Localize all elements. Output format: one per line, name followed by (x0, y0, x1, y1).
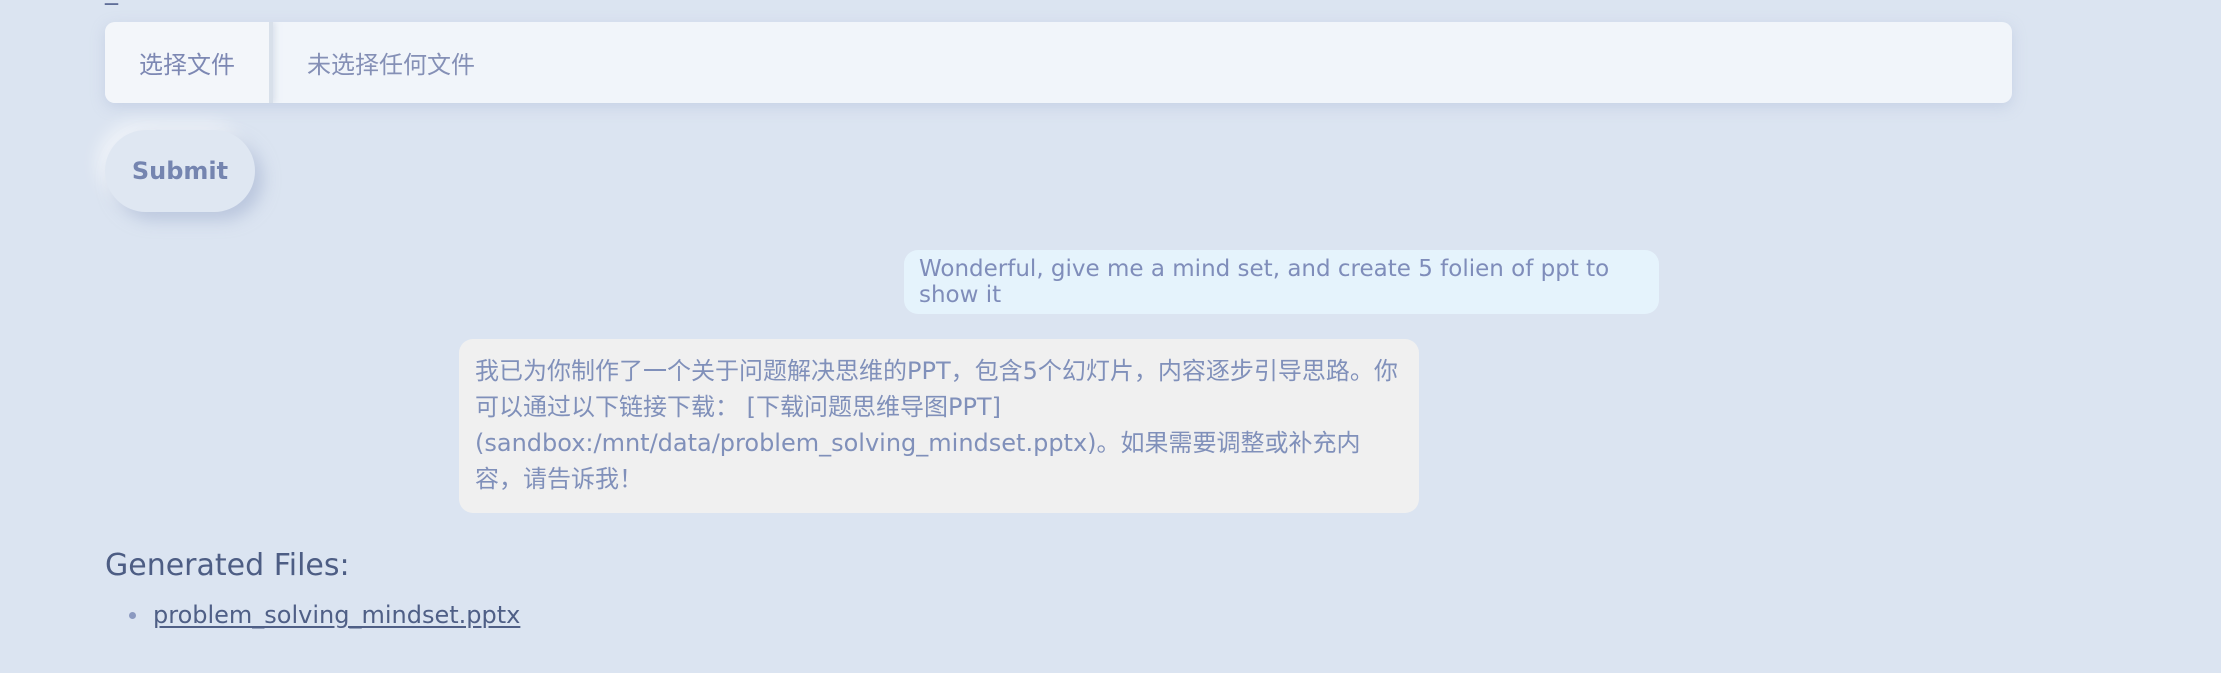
assistant-message-text: 我已为你制作了一个关于问题解决思维的PPT，包含5个幻灯片，内容逐步引导思路。你… (475, 357, 1398, 493)
generated-files-heading: Generated Files: (105, 548, 350, 583)
user-message-bubble: Wonderful, give me a mind set, and creat… (904, 250, 1659, 314)
file-upload-field[interactable]: 选择文件 未选择任何文件 (105, 22, 2012, 103)
user-message-text: Wonderful, give me a mind set, and creat… (919, 256, 1610, 308)
selected-file-status: 未选择任何文件 (307, 51, 475, 79)
generated-files-list: problem_solving_mindset.pptx (105, 600, 520, 630)
generated-file-link[interactable]: problem_solving_mindset.pptx (153, 601, 520, 629)
submit-button[interactable]: Submit (105, 130, 255, 212)
clipped-section-label: _ (105, 0, 118, 4)
list-item: problem_solving_mindset.pptx (128, 600, 520, 630)
assistant-message-bubble: 我已为你制作了一个关于问题解决思维的PPT，包含5个幻灯片，内容逐步引导思路。你… (459, 339, 1419, 513)
choose-file-button[interactable]: 选择文件 (105, 22, 273, 103)
